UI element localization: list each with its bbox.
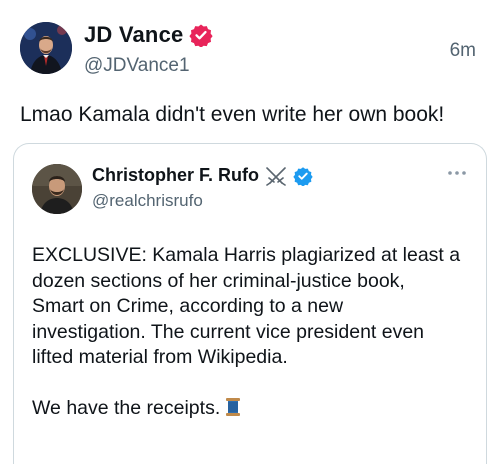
author-handle[interactable]: @JDVance1	[84, 55, 190, 77]
profile-photo-icon	[32, 164, 82, 214]
gold-verified-badge-icon	[189, 24, 214, 47]
post-text: Lmao Kamala didn't even write her own bo…	[20, 103, 445, 126]
quote-body-line: investigation. The current vice presiden…	[32, 320, 425, 343]
timestamp[interactable]: 6m	[450, 40, 476, 62]
quote-body: EXCLUSIVE: Kamala Harris plagiarized at …	[32, 243, 482, 421]
author-avatar[interactable]	[20, 22, 72, 74]
quote-author-name-row[interactable]: Christopher F. Rufo	[92, 165, 313, 186]
more-options-icon[interactable]	[446, 168, 468, 178]
crossed-swords-icon	[266, 166, 286, 186]
profile-photo-icon	[20, 22, 72, 74]
quote-author-avatar[interactable]	[32, 164, 82, 214]
quoted-tweet-card[interactable]: Christopher F. Rufo @realchrisrufo EXCLU…	[13, 143, 487, 464]
quote-author-name[interactable]: Christopher F. Rufo	[92, 165, 259, 186]
author-name-row[interactable]: JD Vance	[84, 22, 214, 48]
quote-body-line: Smart on Crime, according to a new	[32, 295, 344, 317]
blue-verified-badge-icon	[293, 166, 313, 186]
quote-body-line: EXCLUSIVE: Kamala Harris plagiarized at …	[32, 244, 461, 266]
quote-body-line: We have the receipts.	[32, 396, 221, 419]
author-name[interactable]: JD Vance	[84, 22, 183, 48]
spool-of-thread-icon	[226, 397, 241, 416]
quote-author-handle[interactable]: @realchrisrufo	[92, 191, 203, 211]
quote-body-line: dozen sections of her criminal-justice b…	[32, 269, 405, 292]
tweet: JD Vance @JDVance1 6m Lmao Kamala didn't…	[0, 0, 500, 464]
quote-body-line: lifted material from Wikipedia.	[32, 346, 288, 368]
quote-body-last-line: We have the receipts.	[32, 396, 482, 422]
